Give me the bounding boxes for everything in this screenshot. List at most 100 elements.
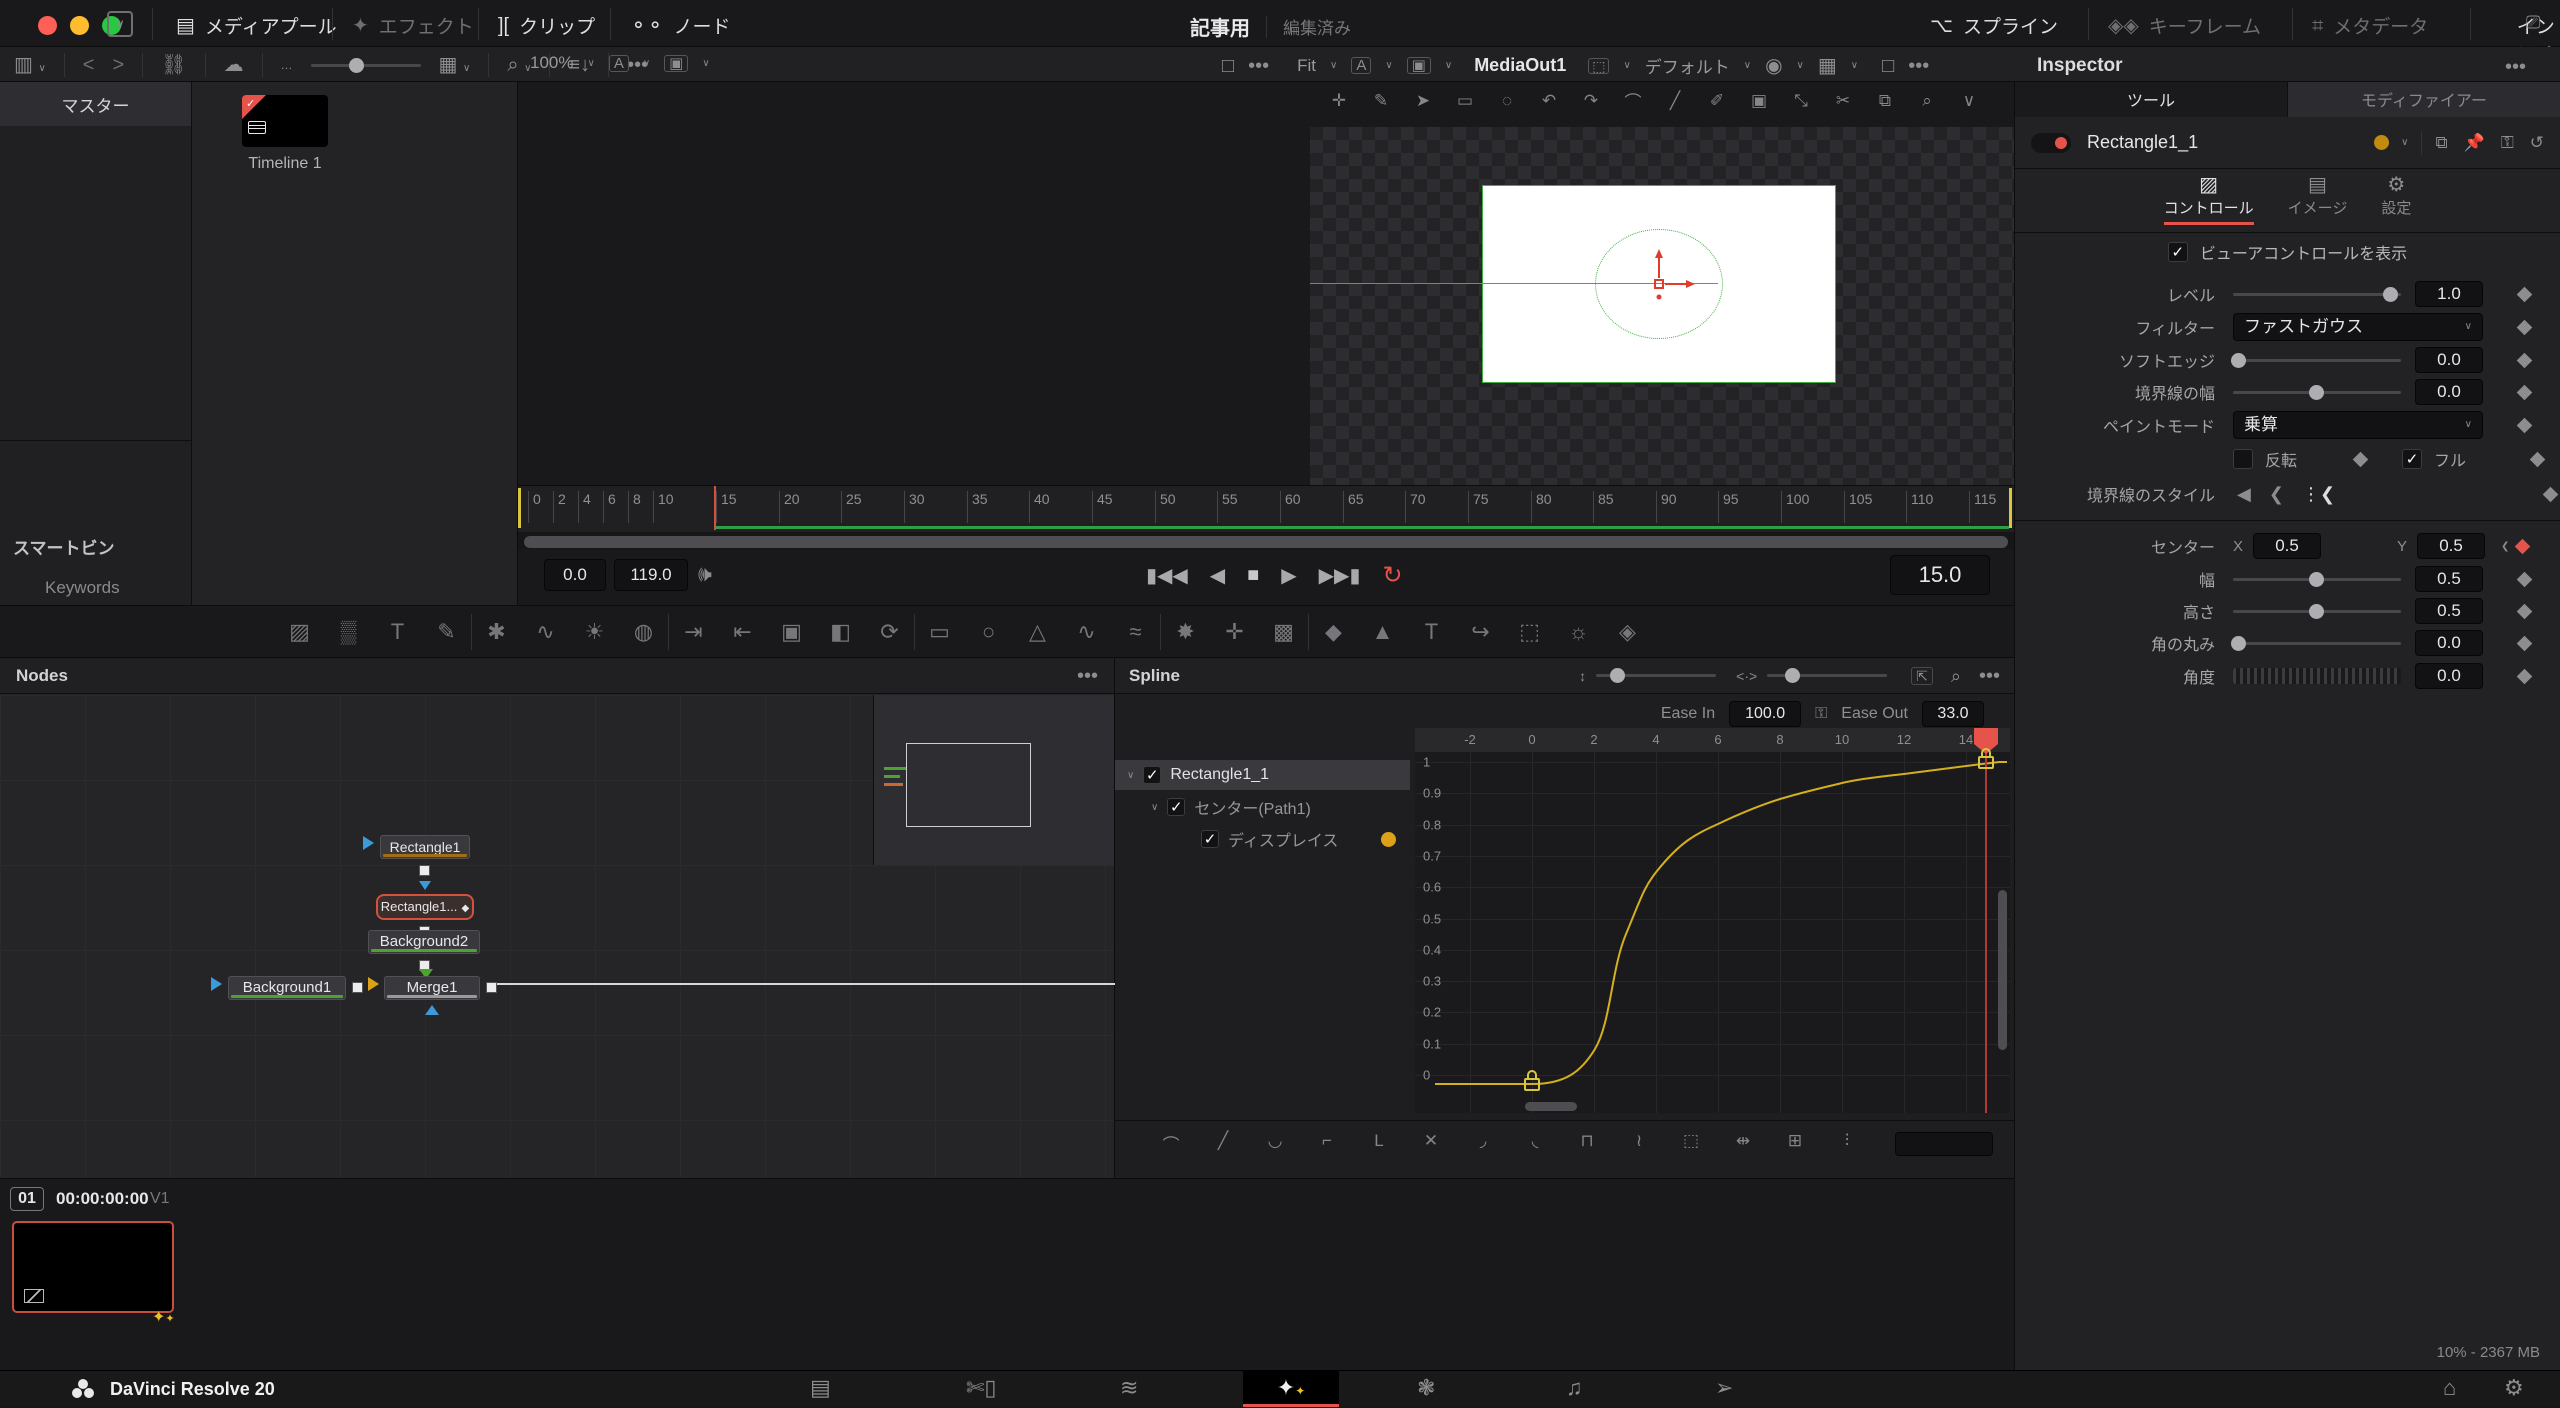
tree-expand-icon[interactable]: ∨	[1127, 770, 1134, 781]
timeline-ruler[interactable]: 0246810152025303540455055606570758085909…	[518, 485, 2014, 532]
resize-tool-icon[interactable]: ⟳	[865, 619, 914, 645]
lasso-select-icon[interactable]: ◌	[1486, 91, 1528, 111]
corner-radius-slider[interactable]	[2233, 642, 2401, 645]
nav-back-icon[interactable]: <	[83, 55, 95, 75]
step-out-key-icon[interactable]: L	[1353, 1131, 1405, 1156]
renderer-3d-tool-icon[interactable]: ◈	[1603, 619, 1652, 645]
page-fusion-tab[interactable]: ✦✦	[1243, 1371, 1339, 1407]
paint-tool-icon[interactable]: ✎	[422, 619, 471, 645]
select-box-key-icon[interactable]: ⬚	[1665, 1131, 1717, 1156]
paint-mode-keyframe-diamond[interactable]	[2517, 417, 2533, 433]
clips-toggle[interactable]: ][ クリップ	[498, 12, 595, 39]
ellipse-mask-tool-icon[interactable]: ○	[964, 619, 1013, 645]
nav-forward-icon[interactable]: >	[112, 55, 124, 75]
playhead[interactable]	[714, 486, 716, 530]
metadata-toggle[interactable]: ⌗ メタデータ	[2312, 12, 2428, 39]
relative-key-icon[interactable]: ≀	[1613, 1131, 1665, 1156]
page-deliver-icon[interactable]: ➢	[1715, 1377, 1733, 1399]
spline-tree-displace[interactable]: ✓ ディスプレイス	[1115, 824, 1410, 854]
full-checkbox[interactable]: ✓	[2402, 449, 2422, 469]
width-slider[interactable]	[2233, 578, 2401, 581]
filter-dropdown[interactable]: ファストガウス∨	[2233, 313, 2483, 341]
image-plane-3d-tool-icon[interactable]: ◆	[1309, 619, 1358, 645]
range-out-field[interactable]: 119.0	[614, 559, 688, 591]
viewer-canvas[interactable]	[1310, 127, 2014, 485]
loop-key-icon[interactable]: ◟	[1509, 1131, 1561, 1156]
range-in-field[interactable]: 0.0	[544, 559, 606, 591]
center-keyframe-diamond[interactable]	[2515, 538, 2531, 554]
grain-tool-icon[interactable]: ✱	[472, 619, 521, 645]
soft-edge-keyframe-diamond[interactable]	[2517, 352, 2533, 368]
width-keyframe-diamond[interactable]	[2517, 571, 2533, 587]
fusion-clip-thumbnail[interactable]	[12, 1221, 174, 1313]
spline-tree-path[interactable]: ∨ ✓ センター(Path1)	[1115, 792, 1410, 822]
media-pool-clip[interactable]: ✓ Timeline 1	[242, 95, 328, 173]
follower-3d-tool-icon[interactable]: ↪	[1456, 619, 1505, 645]
zoom-fit-icon[interactable]: ⌕	[1951, 667, 1961, 685]
spline-value-field[interactable]	[1895, 1132, 1993, 1156]
spline-warp-tool-icon[interactable]: ≈	[1111, 619, 1160, 645]
node-background1[interactable]: Background1	[228, 976, 346, 1000]
tab-tools[interactable]: ツール	[2015, 82, 2287, 117]
spline-tree-node[interactable]: ∨ ✓ Rectangle1_1	[1115, 760, 1410, 790]
color-wheel-icon[interactable]: ◉	[1765, 56, 1782, 76]
node-background2[interactable]: Background2	[368, 930, 480, 954]
play-button[interactable]: ▶	[1281, 563, 1296, 588]
roi-icon[interactable]: ⬚	[1588, 58, 1609, 74]
page-fairlight-icon[interactable]: ♫	[1566, 1377, 1583, 1399]
spline-h-scrollbar[interactable]	[1525, 1102, 1577, 1111]
vertical-scale-slider[interactable]	[1596, 674, 1716, 677]
saver-tool-icon[interactable]: ⇤	[718, 619, 767, 645]
border-style-dashed-icon[interactable]: ⋮❮	[2302, 485, 2335, 503]
quick-export-icon[interactable]: ∨	[107, 11, 133, 37]
keyframes-toggle[interactable]: ◈◈ キーフレーム	[2108, 12, 2261, 39]
lock-icon[interactable]: ⚿	[2501, 134, 2514, 151]
node-rectangle1[interactable]: Rectangle1	[380, 835, 470, 859]
transform-tool-icon[interactable]: ⤡	[1780, 91, 1822, 111]
nodes-panel-options-icon[interactable]: •••	[1077, 666, 1098, 686]
show-viewer-controls-checkbox[interactable]: ✓	[2168, 242, 2188, 262]
node-enable-toggle[interactable]	[2031, 133, 2071, 153]
border-style-open-icon[interactable]: ❮	[2269, 485, 2284, 503]
ease-lock-icon[interactable]: ⚿	[1815, 706, 1827, 722]
step-in-key-icon[interactable]: ⌐	[1301, 1131, 1353, 1156]
shape-3d-tool-icon[interactable]: ▲	[1358, 619, 1407, 645]
filter-keyframe-diamond[interactable]	[2517, 319, 2533, 335]
subtab-image[interactable]: ▤ イメージ	[2288, 175, 2348, 232]
project-settings-gear-icon[interactable]: ⚙	[2504, 1377, 2524, 1399]
color-corrector-tool-icon[interactable]: ☀	[570, 619, 619, 645]
ease-out-field[interactable]: 33.0	[1922, 701, 1984, 727]
pin-icon[interactable]: 📌	[2464, 134, 2485, 151]
viewer-more-icon[interactable]: •••	[1248, 56, 1269, 76]
center-control-handle[interactable]	[1635, 245, 1705, 305]
grid-view-icon[interactable]: ▦ ∨	[439, 55, 471, 75]
channel-grid-icon[interactable]: ▦	[1818, 56, 1837, 76]
border-style-solid-icon[interactable]: ◀	[2237, 485, 2251, 503]
ease-in-field[interactable]: 100.0	[1729, 701, 1801, 727]
render-range-start-marker[interactable]	[518, 488, 521, 528]
text-plus-tool-icon[interactable]: T	[373, 619, 422, 645]
level-slider[interactable]	[2233, 293, 2401, 296]
bin-master[interactable]: マスター	[0, 82, 191, 126]
thumb-size-slider[interactable]	[311, 64, 421, 67]
level-keyframe-diamond[interactable]	[2517, 286, 2533, 302]
copy-settings-icon[interactable]: ⧉	[2436, 134, 2448, 151]
width-field[interactable]: 0.5	[2415, 566, 2483, 592]
spline-v-scrollbar[interactable]	[1998, 890, 2007, 1050]
timeline-zoom-scrollbar[interactable]	[524, 536, 2008, 548]
prev-keyframe-icon[interactable]: ❮	[2501, 541, 2509, 552]
expand-viewer-icon[interactable]: □	[1882, 56, 1894, 76]
magnify-tool-icon[interactable]: ⌕	[1906, 91, 1948, 111]
page-edit-icon[interactable]: ≋	[1120, 1377, 1138, 1399]
spline-options-icon[interactable]: •••	[1979, 666, 2000, 686]
single-viewer-icon[interactable]: □	[1222, 56, 1234, 76]
tab-modifiers[interactable]: モディファイアー	[2287, 82, 2560, 117]
ease-key-icon[interactable]: ◡	[1249, 1131, 1301, 1156]
cut-tool-icon[interactable]: ✂	[1822, 91, 1864, 111]
camera-3d-tool-icon[interactable]: ⬚	[1505, 619, 1554, 645]
dissolve-tool-icon[interactable]: ▣	[767, 619, 816, 645]
viewer-zoom-level[interactable]: 100%	[530, 53, 573, 73]
viewer-fit-select[interactable]: Fit	[1297, 56, 1316, 76]
loader-tool-icon[interactable]: ⇥	[669, 619, 718, 645]
polyline-tool-icon[interactable]: ✐	[1696, 91, 1738, 111]
